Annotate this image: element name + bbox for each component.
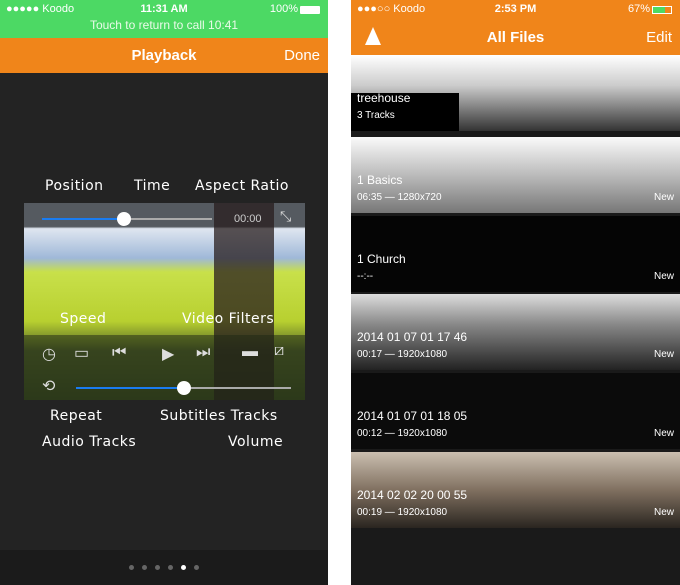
file-name: 2014 02 02 20 00 55 (357, 488, 468, 502)
previous-icon[interactable]: ⏮ (112, 344, 126, 362)
file-row[interactable]: 2014 01 07 01 18 05 00:12 — 1920x1080 New (351, 373, 680, 449)
file-meta: 3 Tracks (357, 110, 395, 121)
playback-screen: ●●●●● Koodo 11:31 AM 100% Touch to retur… (0, 0, 328, 585)
status-bar[interactable]: ●●●●● Koodo 11:31 AM 100% Touch to retur… (0, 0, 328, 38)
battery: 100% (269, 3, 298, 15)
clock-speed-icon[interactable]: ◷ (42, 344, 56, 364)
file-row[interactable]: 1 Church --:-- New (351, 216, 680, 292)
file-row[interactable]: treehouse 3 Tracks (351, 55, 680, 131)
new-badge: New (653, 428, 674, 439)
next-icon[interactable]: ⏭ (196, 344, 210, 362)
annotation-volume: Volume (228, 434, 284, 450)
file-meta: --:-- (357, 271, 374, 282)
new-badge: New (653, 271, 674, 282)
nav-bar: Playback Done (0, 38, 328, 73)
page-dot[interactable] (168, 565, 173, 570)
page-dot[interactable] (142, 565, 147, 570)
position-knob[interactable] (116, 212, 131, 226)
volume-knob[interactable] (176, 381, 191, 395)
page-dot[interactable] (181, 565, 186, 570)
file-meta: 00:17 — 1920x1080 (357, 349, 448, 360)
aspect-ratio-icon[interactable]: ⤡ (280, 208, 291, 225)
new-badge: New (653, 507, 674, 518)
video-filters-icon[interactable]: ⧄ (274, 342, 284, 360)
file-meta: 06:35 — 1280x720 (357, 192, 442, 203)
battery: 67% (627, 3, 650, 15)
edit-button[interactable]: Edit (646, 29, 672, 46)
file-name: treehouse (357, 91, 411, 105)
all-files-screen: ●●●○○ Koodo 2:53 PM 67% All Files Edit t… (351, 0, 680, 585)
annotation-aspect-ratio: Aspect Ratio (195, 178, 289, 194)
file-row[interactable]: 2014 02 02 20 00 55 00:19 — 1920x1080 New (351, 452, 680, 528)
page-indicator[interactable] (0, 550, 328, 585)
annotation-subtitles-tracks: Subtitles Tracks (160, 408, 278, 424)
file-meta: 00:12 — 1920x1080 (357, 428, 448, 439)
new-badge: New (653, 192, 674, 203)
page-title: Playback (131, 47, 197, 64)
position-fill (42, 218, 124, 220)
annotation-repeat: Repeat (50, 408, 103, 424)
file-meta: 00:19 — 1920x1080 (357, 507, 448, 518)
page-title: All Files (486, 29, 545, 46)
call-banner[interactable]: Touch to return to call 10:41 (0, 18, 328, 32)
file-name: 2014 01 07 01 17 46 (357, 330, 468, 344)
play-icon[interactable]: ▶ (162, 344, 174, 364)
position-slider[interactable] (42, 212, 212, 226)
time-label: 00:00 (234, 213, 262, 225)
file-row[interactable]: 1 Basics 06:35 — 1280x720 New (351, 137, 680, 213)
battery-icon (300, 6, 320, 14)
video-preview[interactable]: 00:00 ⤡ ◷ ▭ ⏮ ▶ ⏭ ▬ ⧄ ⟲ (24, 203, 305, 400)
page-dot[interactable] (194, 565, 199, 570)
file-row[interactable]: 2014 01 07 01 17 46 00:17 — 1920x1080 New (351, 294, 680, 370)
audio-tracks-icon[interactable]: ▭ (74, 343, 89, 363)
annotation-speed: Speed (60, 311, 107, 327)
page-dot[interactable] (155, 565, 160, 570)
battery-icon (652, 6, 672, 14)
volume-fill (76, 387, 184, 389)
repeat-icon[interactable]: ⟲ (42, 376, 55, 396)
nav-bar: ●●●○○ Koodo 2:53 PM 67% All Files Edit (351, 0, 680, 55)
annotation-time: Time (134, 178, 171, 194)
file-name: 1 Church (357, 252, 406, 266)
page-dot[interactable] (129, 565, 134, 570)
annotation-position: Position (45, 178, 104, 194)
annotation-video-filters: Video Filters (182, 311, 275, 327)
file-name: 2014 01 07 01 18 05 (357, 409, 468, 423)
file-name: 1 Basics (357, 173, 403, 187)
annotation-audio-tracks: Audio Tracks (42, 434, 137, 450)
volume-slider[interactable] (76, 381, 291, 395)
subtitles-icon[interactable]: ▬ (242, 343, 258, 361)
done-button[interactable]: Done (284, 47, 320, 64)
new-badge: New (653, 349, 674, 360)
